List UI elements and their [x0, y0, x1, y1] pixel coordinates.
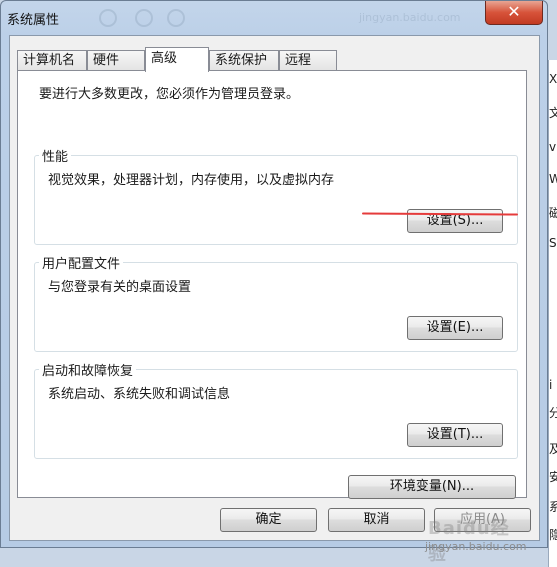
- ghost-url: jingyan.baidu.com: [359, 11, 461, 24]
- background-text: v: [549, 140, 557, 154]
- ghost-toolbar: jingyan.baidu.com: [99, 9, 469, 29]
- performance-group: 性能 视觉效果，处理器计划，内存使用，以及虚拟内存 设置(S)...: [34, 146, 518, 245]
- user-profiles-group: 用户配置文件 与您登录有关的桌面设置 设置(E)...: [34, 253, 518, 352]
- refresh-icon: [99, 9, 117, 27]
- tab-hardware[interactable]: 硬件: [87, 50, 145, 71]
- tab-panel-advanced: 要进行大多数更改，您必须作为管理员登录。 性能 视觉效果，处理器计划，内存使用，…: [17, 70, 527, 499]
- undo-icon: [135, 9, 153, 27]
- dialog-client-area: 计算机名 硬件 高级 系统保护 远程 要进行大多数更改，您必须作为管理员登录。 …: [9, 35, 540, 541]
- tab-remote[interactable]: 远程: [279, 50, 337, 71]
- tab-system-protection[interactable]: 系统保护: [209, 50, 279, 71]
- user-profiles-description: 与您登录有关的桌面设置: [48, 280, 192, 295]
- background-text: 文: [549, 106, 557, 120]
- tab-advanced[interactable]: 高级: [145, 47, 209, 72]
- home-icon: [167, 9, 185, 27]
- ok-button[interactable]: 确定: [220, 508, 317, 532]
- tab-computer-name[interactable]: 计算机名: [17, 50, 87, 71]
- startup-recovery-description: 系统启动、系统失败和调试信息: [48, 387, 231, 402]
- environment-variables-button[interactable]: 环境变量(N)...: [348, 475, 516, 499]
- startup-recovery-settings-button[interactable]: 设置(T)...: [407, 423, 503, 447]
- startup-recovery-group: 启动和故障恢复 系统启动、系统失败和调试信息 设置(T)...: [34, 360, 518, 459]
- window-title: 系统属性: [7, 13, 60, 28]
- watermark-badge: Baidu经验: [428, 518, 510, 565]
- system-properties-window: 系统属性 jingyan.baidu.com ✕ 计算机名 硬件 高级 系统保护…: [0, 0, 548, 548]
- startup-recovery-title: 启动和故障恢复: [39, 360, 137, 379]
- background-text: X: [549, 72, 557, 86]
- admin-notice: 要进行大多数更改，您必须作为管理员登录。: [39, 87, 300, 102]
- background-window: [548, 60, 557, 567]
- performance-description: 视觉效果，处理器计划，内存使用，以及虚拟内存: [48, 173, 335, 188]
- close-button[interactable]: ✕: [485, 1, 543, 25]
- background-text: W: [549, 172, 557, 186]
- background-text: 磁: [549, 206, 557, 220]
- background-text: 及: [549, 442, 557, 456]
- cancel-button[interactable]: 取消: [328, 508, 425, 532]
- performance-title: 性能: [39, 146, 72, 165]
- background-text: i: [549, 378, 553, 392]
- user-profiles-settings-button[interactable]: 设置(E)...: [407, 316, 503, 340]
- background-text: 分: [549, 406, 557, 420]
- background-text: 系: [549, 500, 557, 514]
- background-text: S: [549, 236, 557, 250]
- title-bar[interactable]: 系统属性 jingyan.baidu.com ✕: [1, 1, 547, 35]
- background-text: 隐: [549, 528, 557, 542]
- user-profiles-title: 用户配置文件: [39, 253, 124, 272]
- close-icon: ✕: [507, 2, 521, 21]
- background-text: 安: [549, 470, 557, 484]
- watermark-url: jingyan.baidu.com: [425, 540, 527, 553]
